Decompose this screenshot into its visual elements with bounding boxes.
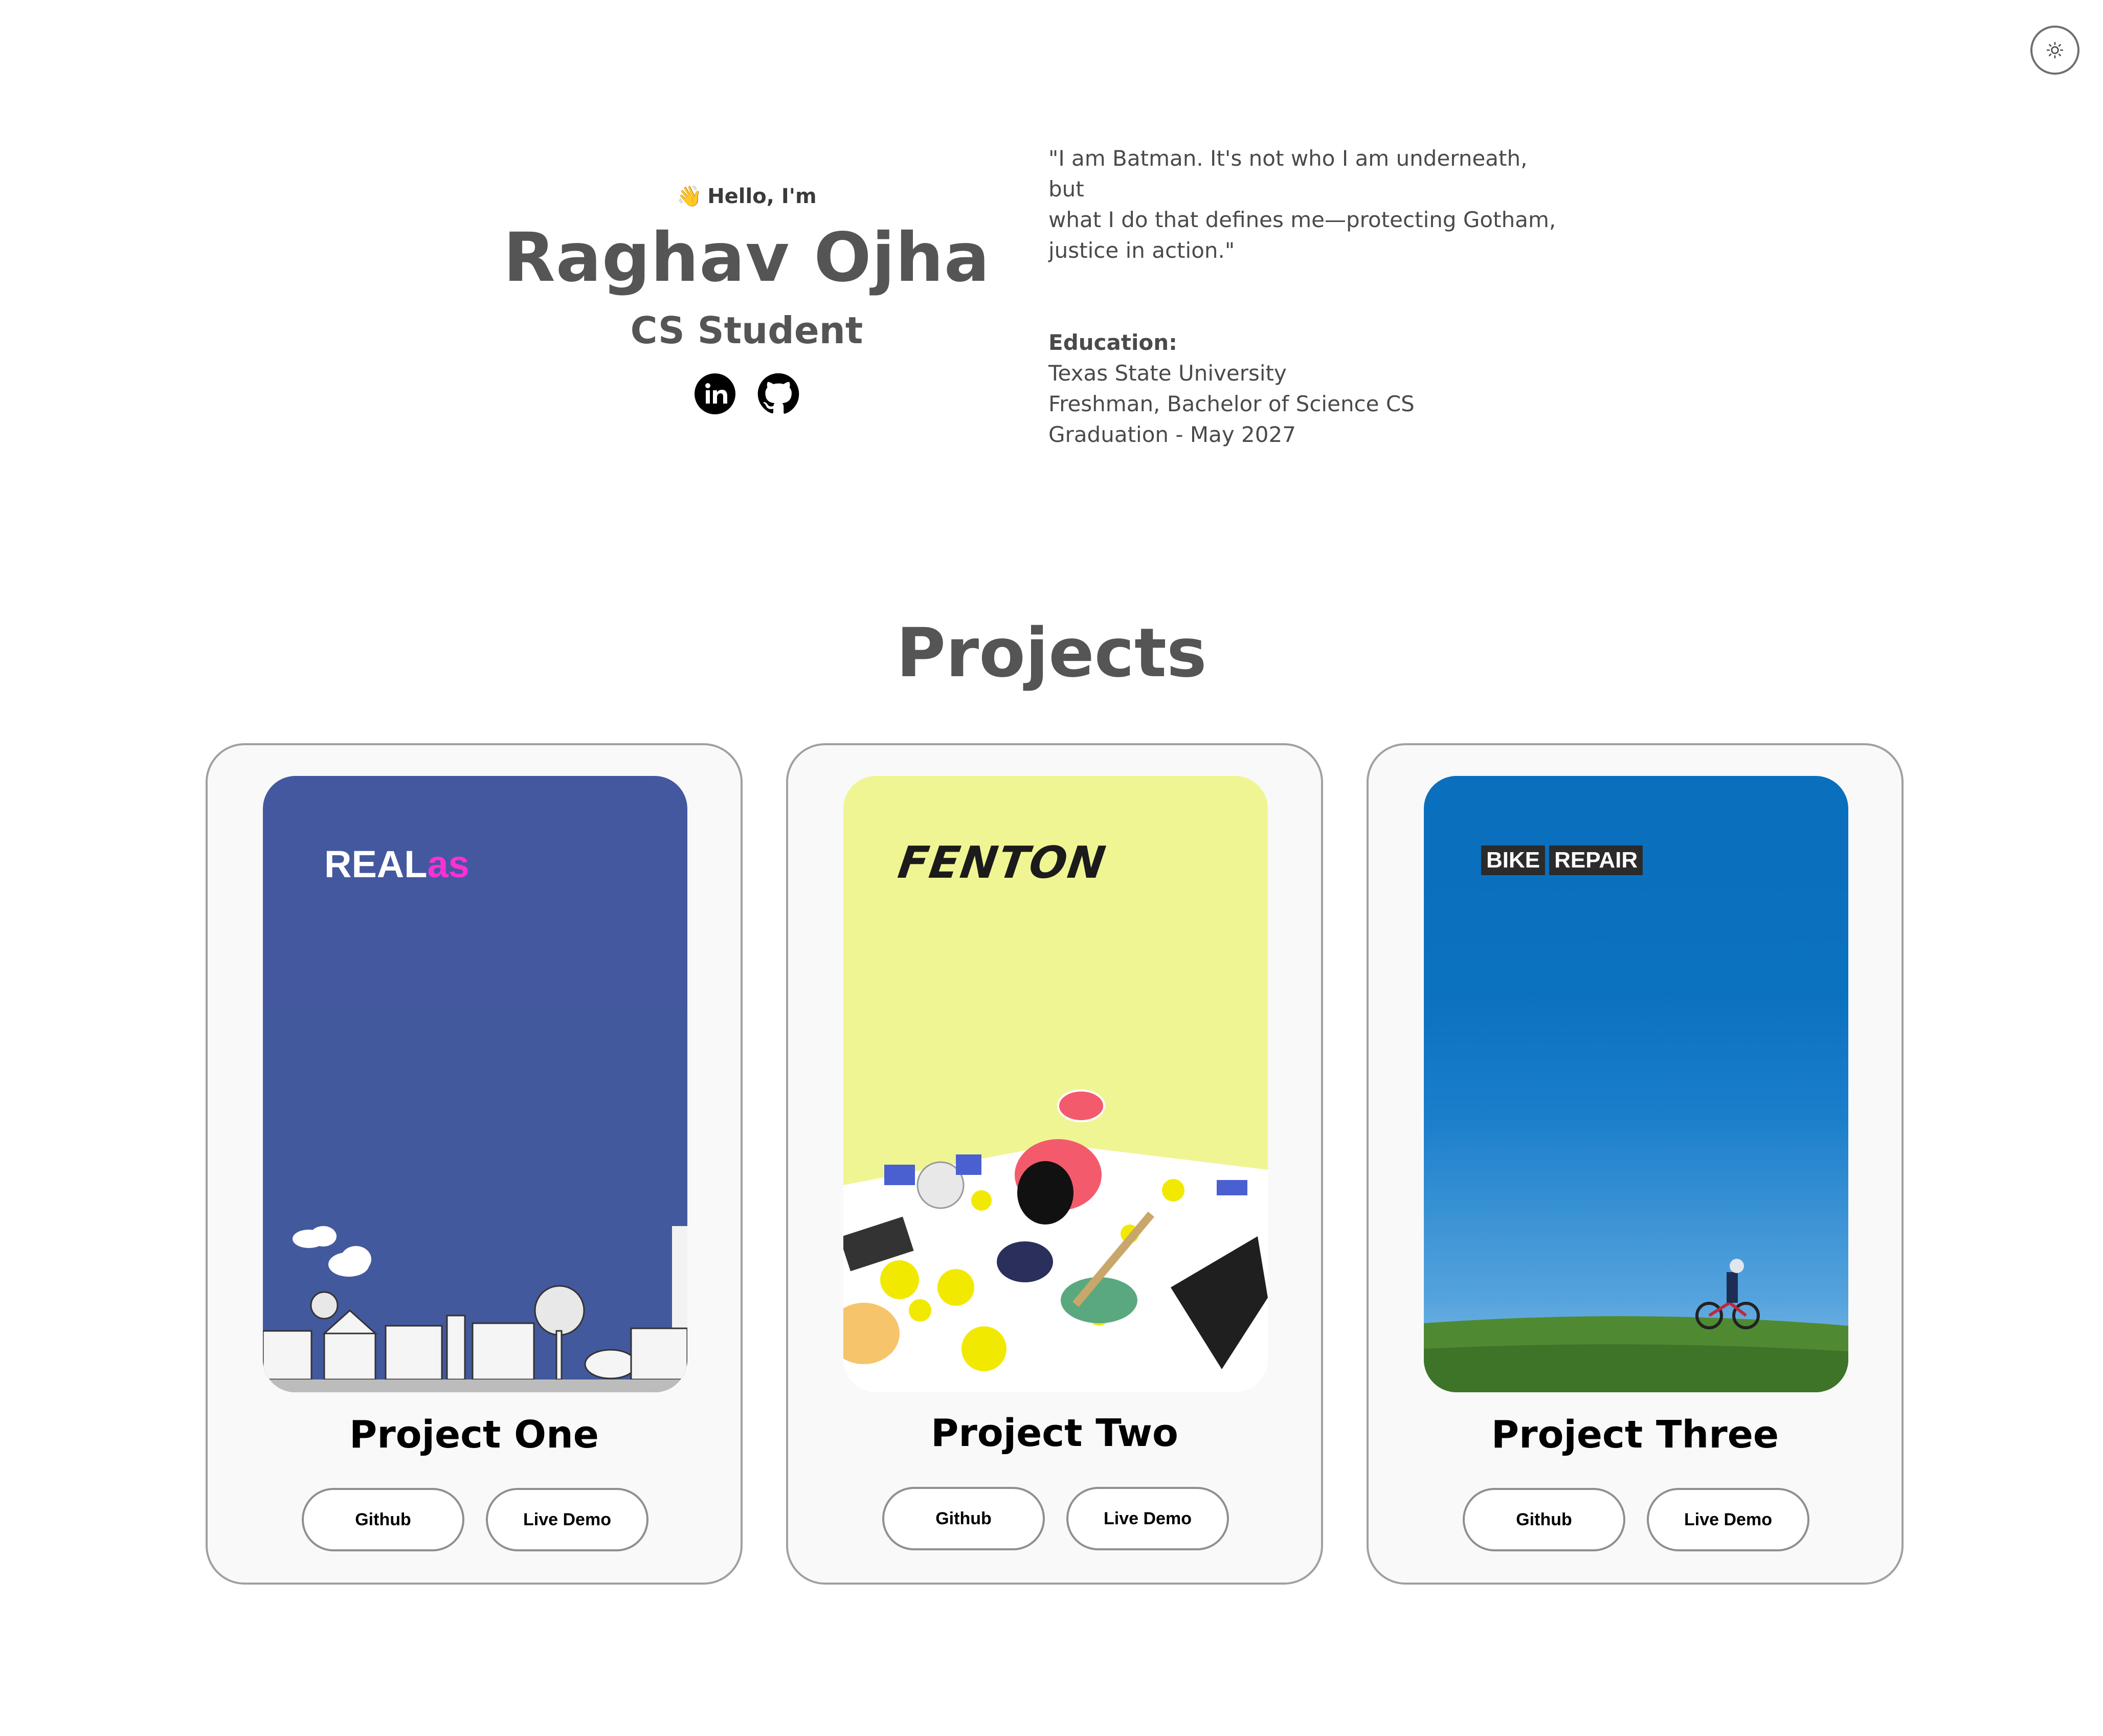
project-title-1: Project One [349, 1413, 599, 1457]
education-school: Texas State University [1048, 361, 1287, 386]
projects-heading: Projects [896, 614, 1207, 693]
project-image-1: REALas [263, 776, 687, 1392]
live-demo-button[interactable]: Live Demo [1066, 1487, 1229, 1550]
live-demo-button[interactable]: Live Demo [1647, 1488, 1809, 1551]
education-label: Education: [1048, 330, 1177, 355]
project-card-2: FENTON Project Two Github Live Demo [786, 743, 1323, 1585]
project-card-1: REALas Project One Github Live Demo [206, 743, 743, 1585]
about-section: "I am Batman. It's not who I am undernea… [1048, 143, 1560, 450]
profile-role: CS Student [630, 308, 863, 352]
city-illustration [263, 1011, 687, 1392]
education-degree: Freshman, Bachelor of Science CS [1048, 391, 1415, 416]
github-button[interactable]: Github [302, 1488, 464, 1551]
greeting: 👋 Hello, I'm [677, 184, 817, 209]
project-image-3: BIKE REPAIR [1424, 776, 1848, 1392]
project-card-3: BIKE REPAIR Project Three Github Live De… [1367, 743, 1904, 1585]
github-button[interactable]: Github [882, 1487, 1045, 1550]
education-graduation: Graduation - May 2027 [1048, 422, 1296, 447]
github-button[interactable]: Github [1463, 1488, 1625, 1551]
linkedin-icon [695, 373, 735, 414]
waving-hand-icon: 👋 [677, 185, 703, 208]
project-title-3: Project Three [1491, 1413, 1779, 1457]
quote-text: "I am Batman. It's not who I am undernea… [1048, 146, 1556, 263]
project-title-2: Project Two [931, 1411, 1178, 1455]
social-links [501, 372, 992, 415]
greeting-text: Hello, I'm [707, 184, 817, 208]
instruments-illustration [843, 1089, 1268, 1392]
linkedin-link[interactable] [693, 372, 736, 415]
hero-intro: 👋 Hello, I'm Raghav Ojha CS Student [501, 184, 992, 415]
project-image-2: FENTON [843, 776, 1268, 1392]
live-demo-button[interactable]: Live Demo [486, 1488, 648, 1551]
profile-name: Raghav Ojha [503, 218, 990, 297]
sun-icon [2046, 41, 2064, 59]
github-icon [757, 373, 799, 414]
github-link[interactable] [757, 372, 800, 415]
theme-toggle-button[interactable] [2030, 26, 2079, 75]
cyclist-illustration [1424, 1259, 1848, 1392]
